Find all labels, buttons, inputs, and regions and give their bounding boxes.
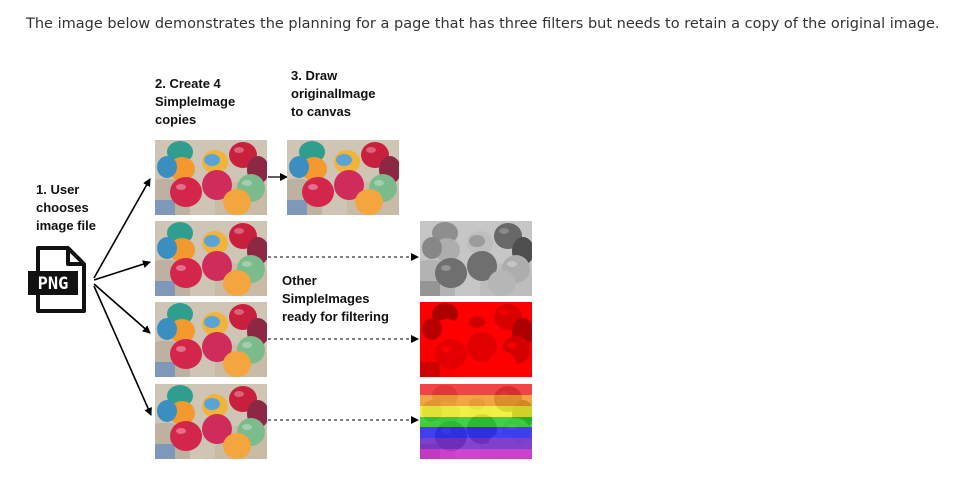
other-images-label: Other SimpleImages ready for filtering bbox=[282, 273, 389, 324]
png-icon-text: PNG bbox=[38, 274, 69, 294]
intro-text: The image below demonstrates the plannin… bbox=[26, 16, 940, 32]
red-filtered-image bbox=[420, 302, 532, 377]
step1-label: 1. User chooses image file bbox=[36, 182, 96, 233]
grayscale-filtered-image bbox=[420, 221, 532, 296]
step2-label: 2. Create 4 SimpleImage copies bbox=[155, 76, 236, 127]
arrow-to-copy-1 bbox=[93, 178, 151, 279]
simpleimage-copy-1 bbox=[155, 140, 267, 215]
rainbow-filtered-image bbox=[420, 384, 532, 459]
arrow-to-copy-4 bbox=[93, 285, 152, 416]
canvas-original-image bbox=[287, 140, 399, 215]
simpleimage-copy-4 bbox=[155, 384, 267, 459]
simpleimage-copy-3 bbox=[155, 302, 267, 377]
step3-label: 3. Draw originalImage to canvas bbox=[291, 68, 376, 119]
simpleimage-copy-2 bbox=[155, 221, 267, 296]
png-file-icon: PNG bbox=[28, 246, 86, 313]
arrow-to-copy-3 bbox=[93, 283, 151, 334]
